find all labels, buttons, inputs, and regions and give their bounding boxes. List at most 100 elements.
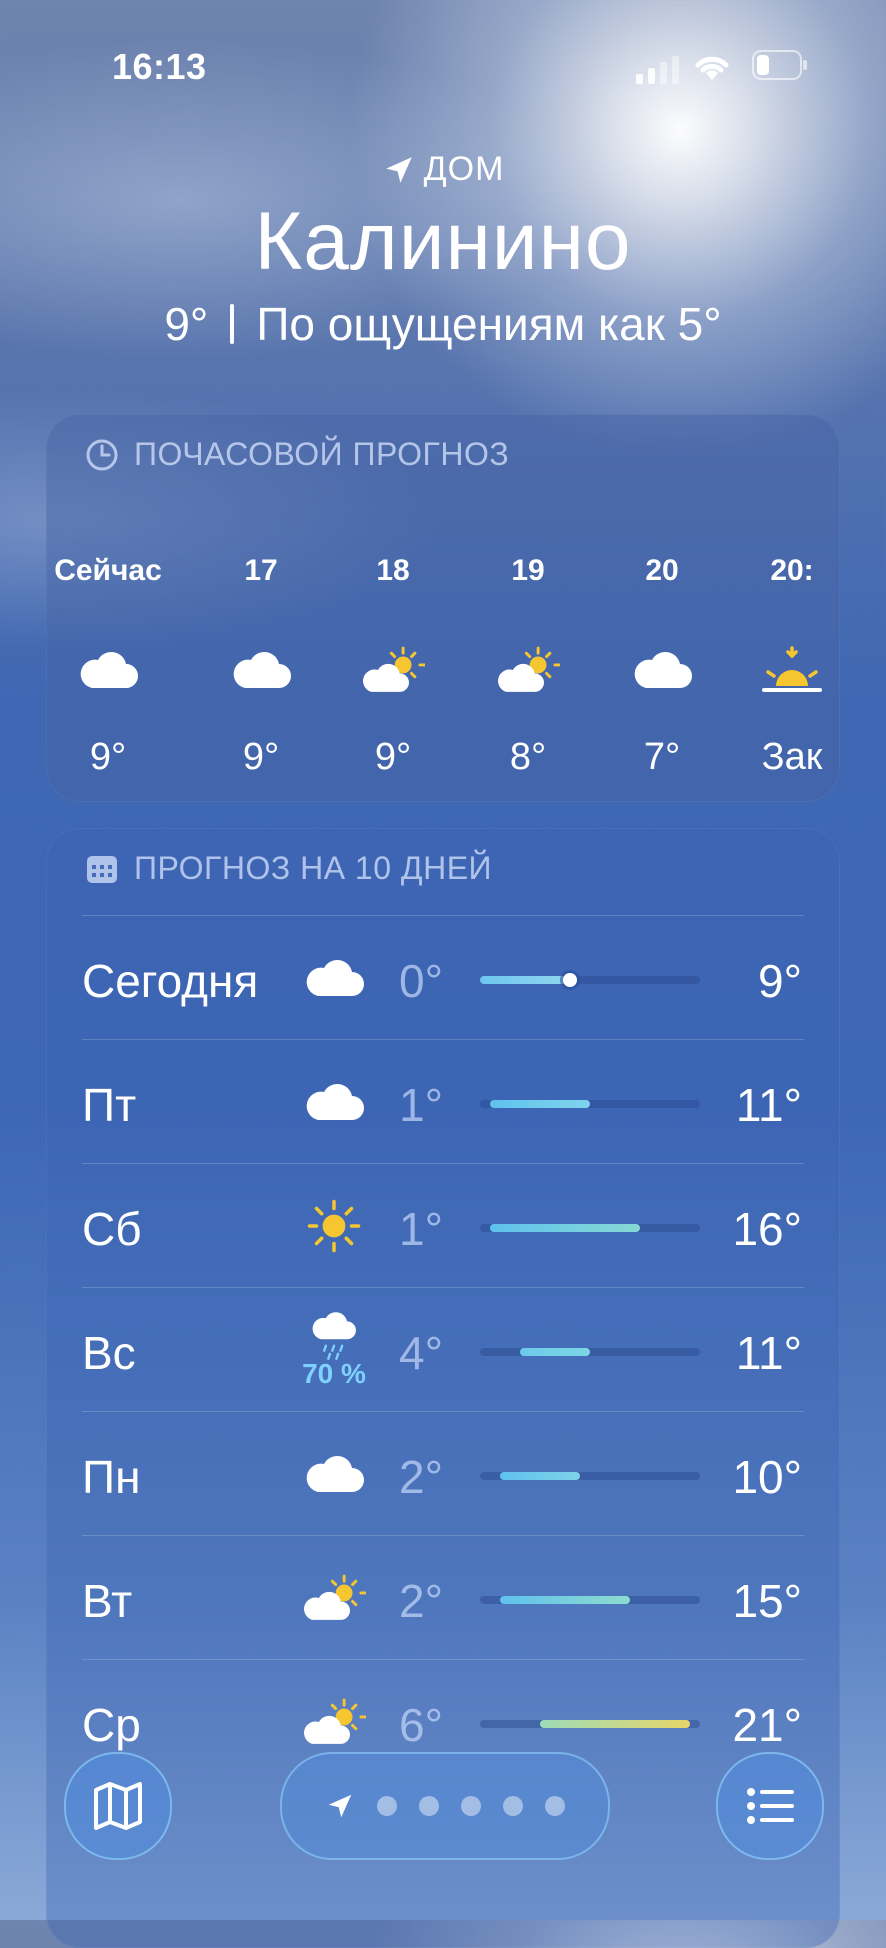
page-dot[interactable] [419,1796,439,1816]
low-temp: 4° [399,1327,443,1379]
daily-title: ПРОГНОЗ НА 10 ДНЕЙ [134,850,493,886]
feels-like: По ощущениям как 5° [256,298,722,350]
hour-temp: 9° [242,736,280,778]
hourly-item: 18 9° [318,554,468,779]
hourly-item: 20 7° [587,554,737,779]
day-label: Пт [82,1079,137,1131]
daily-row[interactable]: Пт 1° 11° [46,1040,840,1164]
low-temp: 6° [399,1699,443,1751]
hourly-item: 17 9° [186,554,336,779]
clock-icon [86,439,118,470]
cloud-icon [76,642,140,698]
high-temp: 16° [732,1203,802,1255]
page-dot[interactable] [545,1796,565,1816]
high-temp: 11° [735,1327,802,1379]
map-button[interactable] [64,1752,172,1860]
temp-range-bar [480,1100,700,1108]
day-label: Вт [82,1575,133,1627]
rain-icon [302,1310,366,1362]
daily-row[interactable]: Сегодня 0° 9° [46,916,840,1040]
battery-icon [752,50,807,80]
hour-temp: 9° [374,736,412,778]
low-temp: 0° [399,955,443,1007]
low-temp: 2° [399,1575,443,1627]
cloud-icon [229,642,293,698]
cloud-icon [302,1074,366,1130]
page-dot[interactable] [503,1796,523,1816]
temp-range-bar [480,1596,700,1604]
day-label: Сб [82,1203,142,1255]
temp-range-fill [490,1100,590,1108]
temp-range-fill [520,1348,590,1356]
high-temp: 15° [732,1575,802,1627]
high-temp: 10° [732,1451,802,1503]
partly-sunny-icon [361,642,425,698]
hour-label: 20: [770,554,814,587]
status-bar: 16:13 [0,0,886,110]
page-dot[interactable] [461,1796,481,1816]
hour-label: 20 [645,554,679,587]
low-temp: 1° [399,1203,443,1255]
cloud-icon [302,1446,366,1502]
wifi-icon [695,56,729,80]
daily-row[interactable]: Пн 2° 10° [46,1412,840,1536]
hourly-title: ПОЧАСОВОЙ ПРОГНОЗ [134,436,510,472]
high-temp: 21° [732,1699,802,1751]
status-time: 16:13 [112,46,207,87]
hour-temp: 7° [643,736,681,778]
temp-range-fill [500,1472,580,1480]
high-temp: 11° [735,1079,802,1131]
high-temp: 9° [758,955,802,1007]
partly-sunny-icon [302,1694,366,1750]
partly-sunny-icon [302,1570,366,1626]
low-temp: 1° [399,1079,443,1131]
sunset-icon [760,642,824,698]
partly-sunny-icon [496,642,560,698]
temp-range-fill [480,976,570,984]
cloud-icon [302,950,366,1006]
daily-row[interactable]: Вс 70 % 4° 11° [46,1288,840,1412]
cellular-signal-icon [636,56,679,84]
map-icon [94,1782,142,1830]
hourly-item: 20: Зак [717,554,840,779]
day-label: Пн [82,1451,141,1503]
hourly-item: 19 8° [453,554,603,779]
hour-temp: 9° [89,736,127,778]
hour-temp: Зак [761,736,823,778]
current-temp-marker [563,973,577,987]
hour-label: 18 [376,554,410,587]
page-dot[interactable] [377,1796,397,1816]
day-label: Сегодня [82,955,259,1007]
day-label: Вс [82,1327,136,1379]
temp-range-fill [490,1224,640,1232]
temp-range-bar [480,1720,700,1728]
calendar-icon [87,855,117,883]
list-icon [747,1788,794,1824]
daily-row[interactable]: Вт 2° 15° [46,1536,840,1660]
hour-label: Сейчас [54,554,162,587]
page-indicator[interactable] [280,1752,610,1860]
day-label: Ср [82,1699,141,1751]
temp-range-fill [500,1596,630,1604]
hourly-item: Сейчас 9° [46,554,183,779]
low-temp: 2° [399,1451,443,1503]
hourly-forecast-card[interactable]: ПОЧАСОВОЙ ПРОГНОЗ Сейчас 9° 17 9° 18 9° 19 8° 20… [46,414,840,802]
temp-range-fill [540,1720,690,1728]
temp-range-bar [480,1224,700,1232]
daily-row[interactable]: Сб 1° 16° [46,1164,840,1288]
temp-range-bar [480,1472,700,1480]
hour-label: 17 [244,554,278,587]
hour-temp: 8° [509,736,547,778]
cloud-icon [630,642,694,698]
location-arrow-icon [385,156,412,183]
hour-label: 19 [511,554,545,587]
list-button[interactable] [716,1752,824,1860]
location-label: ДОМ [423,150,505,188]
separator [230,304,235,344]
temp-range-bar [480,973,700,987]
temp-range-bar [480,1348,700,1356]
precipitation-chance: 70 % [302,1358,366,1389]
city-name: Калинино [254,196,632,287]
sun-icon [302,1198,366,1254]
location-header: ДОМ Калинино 9° По ощущениям как 5° [0,150,886,351]
